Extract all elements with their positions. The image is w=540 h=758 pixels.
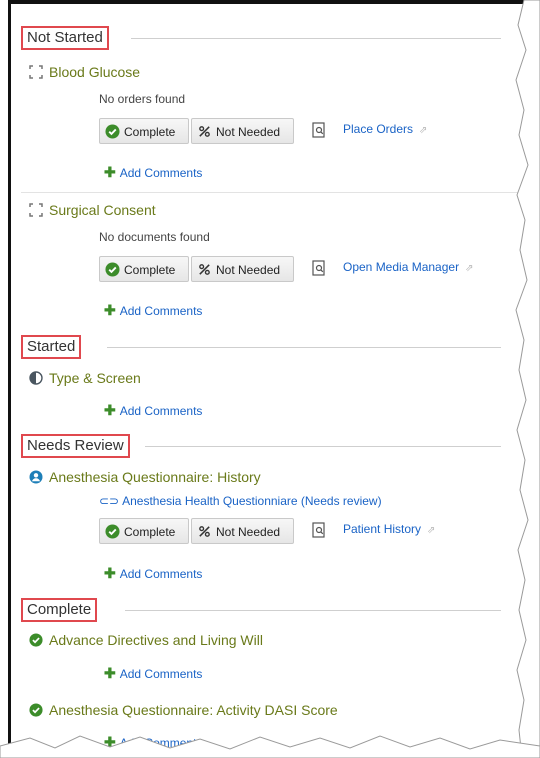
patient-history-link[interactable]: Patient History ⇗ bbox=[343, 522, 435, 536]
not-needed-icon bbox=[199, 126, 210, 137]
complete-button[interactable]: Complete bbox=[99, 256, 189, 282]
check-circle-icon bbox=[105, 124, 120, 139]
not-needed-button[interactable]: Not Needed bbox=[191, 256, 294, 282]
section-label: Not Started bbox=[21, 26, 109, 50]
section-rule bbox=[125, 610, 501, 611]
item-title-text: Anesthesia Questionnaire: History bbox=[49, 469, 261, 485]
add-comments-link[interactable]: ✚ Add Comments bbox=[104, 665, 202, 682]
item-advance-directives[interactable]: Advance Directives and Living Will bbox=[29, 632, 263, 648]
section-rule bbox=[145, 446, 501, 447]
document-search-icon[interactable] bbox=[311, 521, 327, 539]
section-label: Started bbox=[21, 335, 82, 359]
half-circle-icon bbox=[29, 371, 43, 385]
item-anesthesia-dasi[interactable]: Anesthesia Questionnaire: Activity DASI … bbox=[29, 702, 338, 718]
item-divider bbox=[21, 192, 526, 193]
torn-edge-bottom bbox=[0, 735, 540, 758]
torn-edge-right bbox=[515, 0, 540, 758]
external-link-icon: ⇗ bbox=[419, 125, 428, 136]
add-comments-link[interactable]: ✚ Add Comments bbox=[104, 164, 202, 181]
add-comments-link[interactable]: ✚ Add Comments bbox=[104, 565, 202, 582]
add-comments-link[interactable]: ✚ Add Comments bbox=[104, 302, 202, 319]
status-text: No documents found bbox=[99, 230, 210, 244]
add-comments-link[interactable]: ✚ Add Comments bbox=[104, 402, 202, 419]
plus-icon: ✚ bbox=[104, 565, 116, 581]
item-title-text: Advance Directives and Living Will bbox=[49, 632, 263, 648]
check-circle-icon bbox=[105, 524, 120, 539]
place-orders-link[interactable]: Place Orders ⇗ bbox=[343, 122, 427, 136]
item-title-text: Type & Screen bbox=[49, 370, 141, 386]
check-circle-icon bbox=[29, 703, 43, 717]
plus-icon: ✚ bbox=[104, 665, 116, 681]
person-circle-icon bbox=[29, 470, 43, 484]
dashed-square-icon bbox=[29, 65, 43, 79]
item-title-text: Blood Glucose bbox=[49, 64, 141, 80]
item-blood-glucose[interactable]: Blood Glucose bbox=[29, 64, 140, 80]
not-needed-button[interactable]: Not Needed bbox=[191, 118, 294, 144]
plus-icon: ✚ bbox=[104, 402, 116, 418]
status-text: No orders found bbox=[99, 92, 186, 106]
complete-button[interactable]: Complete bbox=[99, 518, 189, 544]
document-search-icon[interactable] bbox=[311, 259, 327, 277]
section-rule bbox=[131, 38, 501, 39]
complete-button[interactable]: Complete bbox=[99, 118, 189, 144]
section-label: Needs Review bbox=[21, 434, 130, 458]
item-title-text: Anesthesia Questionnaire: Activity DASI … bbox=[49, 702, 338, 718]
check-circle-icon bbox=[105, 262, 120, 277]
document-search-icon[interactable] bbox=[311, 121, 327, 139]
open-media-manager-link[interactable]: Open Media Manager ⇗ bbox=[343, 260, 473, 274]
check-circle-icon bbox=[29, 633, 43, 647]
plus-icon: ✚ bbox=[104, 302, 116, 318]
not-needed-icon bbox=[199, 526, 210, 537]
plus-icon: ✚ bbox=[104, 164, 116, 180]
section-label: Complete bbox=[21, 598, 98, 622]
item-anesthesia-history[interactable]: Anesthesia Questionnaire: History bbox=[29, 469, 261, 485]
checklist-panel: Not Started Blood Glucose No orders foun… bbox=[8, 0, 528, 758]
not-needed-button[interactable]: Not Needed bbox=[191, 518, 294, 544]
external-link-icon: ⇗ bbox=[427, 525, 436, 536]
dashed-square-icon bbox=[29, 203, 43, 217]
item-title-text: Surgical Consent bbox=[49, 202, 156, 218]
item-type-and-screen[interactable]: Type & Screen bbox=[29, 370, 141, 386]
not-needed-icon bbox=[199, 264, 210, 275]
link-chain-icon: ⊂⊃ bbox=[99, 494, 120, 508]
item-surgical-consent[interactable]: Surgical Consent bbox=[29, 202, 156, 218]
section-rule bbox=[107, 347, 501, 348]
questionnaire-link[interactable]: ⊂⊃ Anesthesia Health Questionniare (Needs… bbox=[99, 494, 382, 508]
external-link-icon: ⇗ bbox=[465, 263, 474, 274]
